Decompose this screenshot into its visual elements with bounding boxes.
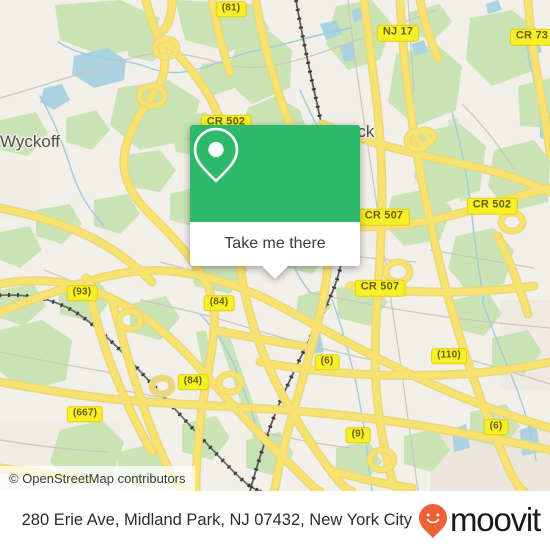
map-canvas[interactable]: Wyckoff ick (81) NJ 17 CR 73 CR 502 CR 5… [0, 0, 550, 491]
popup-tail-pointer [262, 266, 288, 279]
map-pin-icon [193, 127, 239, 183]
location-popup[interactable]: Take me there [190, 125, 360, 279]
route-shield[interactable]: NJ 17 [376, 24, 420, 42]
take-me-there-label: Take me there [224, 235, 326, 252]
moovit-wordmark: moovit [450, 500, 541, 538]
route-shield[interactable]: (84) [203, 295, 235, 311]
route-shield[interactable]: CR 507 [354, 279, 406, 297]
route-shield[interactable]: CR 502 [466, 197, 518, 215]
route-shield[interactable]: (6) [483, 419, 509, 435]
route-shield[interactable]: CR 507 [358, 208, 410, 226]
route-shield[interactable]: (93) [66, 285, 98, 301]
attribution-text: © OpenStreetMap contributors [9, 471, 186, 486]
route-shield[interactable]: (9) [345, 427, 371, 443]
route-shield[interactable]: (110) [431, 348, 467, 364]
route-shield[interactable]: (81) [215, 1, 247, 17]
route-shield[interactable]: (84) [177, 374, 209, 390]
map-attribution[interactable]: © OpenStreetMap contributors [0, 466, 195, 491]
footer-content: 280 Erie Ave, Midland Park, NJ 07432, Ne… [21, 500, 541, 539]
map-screenshot: Wyckoff ick (81) NJ 17 CR 73 CR 502 CR 5… [0, 0, 550, 550]
route-shield[interactable]: (6) [314, 354, 340, 370]
route-shield[interactable]: (667) [66, 406, 104, 422]
popup-action-bar[interactable]: Take me there [190, 222, 360, 279]
place-label: Wyckoff [0, 132, 60, 151]
moovit-pin-smiley-icon [419, 503, 447, 538]
address-label: 280 Erie Ave, Midland Park, NJ 07432, Ne… [21, 511, 412, 529]
footer-bar: 280 Erie Ave, Midland Park, NJ 07432, Ne… [0, 491, 550, 550]
route-shield[interactable]: CR 73 [509, 28, 550, 46]
popup-header [190, 125, 360, 222]
moovit-logo[interactable]: moovit [418, 500, 541, 539]
